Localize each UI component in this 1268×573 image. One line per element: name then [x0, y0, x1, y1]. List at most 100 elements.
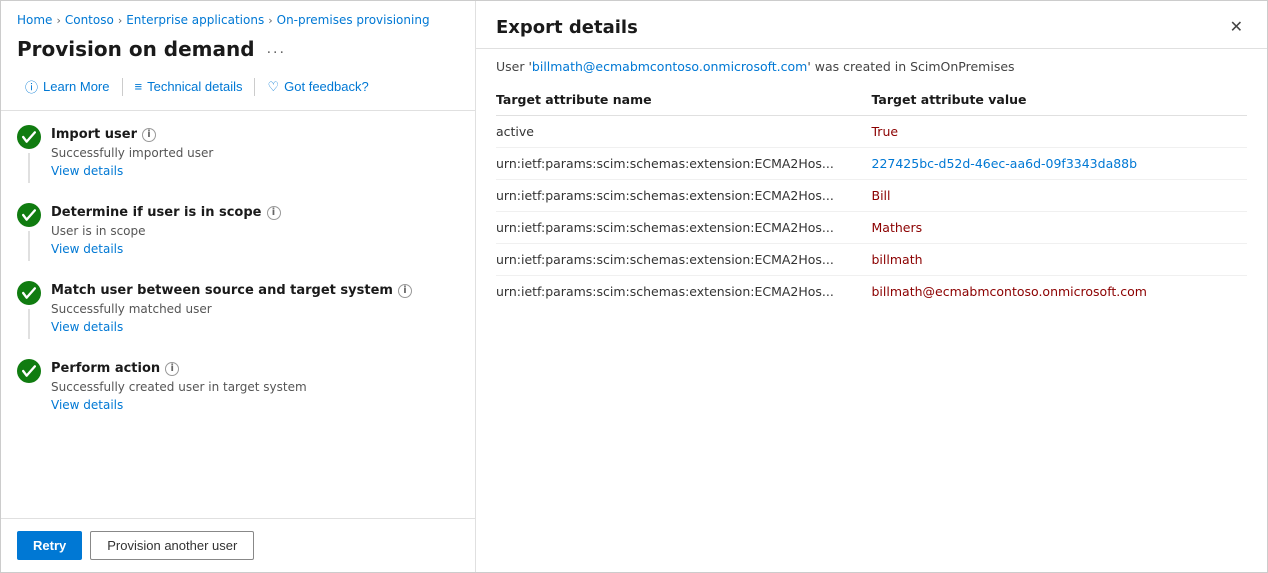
toolbar: ⓘ Learn More ≡ Technical details ♡ Got f… [1, 73, 475, 111]
step-2-line [28, 231, 30, 261]
toolbar-divider-1 [122, 78, 123, 96]
list-icon: ≡ [135, 79, 143, 94]
breadcrumb-enterprise-apps[interactable]: Enterprise applications [126, 13, 264, 27]
page-title-row: Provision on demand ... [1, 33, 475, 73]
step-2-desc: User is in scope [51, 224, 459, 238]
table-row: urn:ietf:params:scim:schemas:extension:E… [496, 212, 1247, 244]
col-value-header: Target attribute value [872, 84, 1248, 116]
col-name-header: Target attribute name [496, 84, 872, 116]
step-1-left [17, 125, 41, 183]
step-1-view-details[interactable]: View details [51, 164, 123, 178]
step-2-content: Determine if user is in scope i User is … [51, 203, 459, 261]
step-1-desc: Successfully imported user [51, 146, 459, 160]
attr-name-cell: urn:ietf:params:scim:schemas:extension:E… [496, 276, 872, 308]
technical-details-label: Technical details [147, 79, 242, 94]
step-1-line [28, 153, 30, 183]
attr-value-cell: billmath [872, 244, 1248, 276]
attr-name-cell: urn:ietf:params:scim:schemas:extension:E… [496, 244, 872, 276]
table-container: Target attribute name Target attribute v… [476, 84, 1267, 572]
checkmark-icon [22, 130, 36, 144]
subtitle-suffix: ' was created in ScimOnPremises [807, 59, 1014, 74]
subtitle-prefix: User ' [496, 59, 532, 74]
heart-icon: ♡ [267, 79, 279, 95]
learn-more-button[interactable]: ⓘ Learn More [17, 73, 118, 100]
step-1-content: Import user i Successfully imported user… [51, 125, 459, 183]
breadcrumb-sep-3: › [268, 14, 272, 27]
step-4-content: Perform action i Successfully created us… [51, 359, 459, 413]
step-2-icon [17, 203, 41, 227]
learn-more-label: Learn More [43, 79, 109, 94]
breadcrumb-sep-1: › [56, 14, 60, 27]
step-match-user: Match user between source and target sys… [17, 281, 459, 339]
step-4-icon [17, 359, 41, 383]
step-3-left [17, 281, 41, 339]
attr-value-cell: 227425bc-d52d-46ec-aa6d-09f3343da88b [872, 148, 1248, 180]
attr-name-cell: urn:ietf:params:scim:schemas:extension:E… [496, 148, 872, 180]
step-2-title: Determine if user is in scope i [51, 205, 459, 220]
checkmark-icon [22, 208, 36, 222]
attr-value-cell: Bill [872, 180, 1248, 212]
panel-header: Export details ✕ [476, 1, 1267, 49]
table-row: urn:ietf:params:scim:schemas:extension:E… [496, 276, 1247, 308]
technical-details-button[interactable]: ≡ Technical details [127, 75, 251, 98]
retry-button[interactable]: Retry [17, 531, 82, 560]
step-4-desc: Successfully created user in target syst… [51, 380, 459, 394]
step-in-scope: Determine if user is in scope i User is … [17, 203, 459, 261]
checkmark-icon [22, 286, 36, 300]
attr-value-cell: True [872, 116, 1248, 148]
breadcrumb: Home › Contoso › Enterprise applications… [1, 1, 475, 33]
main-window: Home › Contoso › Enterprise applications… [0, 0, 1268, 573]
attr-name-cell: urn:ietf:params:scim:schemas:extension:E… [496, 212, 872, 244]
footer: Retry Provision another user [1, 518, 475, 572]
step-4-info-icon: i [165, 362, 179, 376]
got-feedback-label: Got feedback? [284, 79, 369, 94]
step-3-desc: Successfully matched user [51, 302, 459, 316]
attr-value-cell: Mathers [872, 212, 1248, 244]
info-circle-icon: ⓘ [25, 77, 38, 96]
step-3-icon [17, 281, 41, 305]
main-layout: Home › Contoso › Enterprise applications… [1, 1, 1267, 572]
attributes-table: Target attribute name Target attribute v… [496, 84, 1247, 307]
ellipsis-button[interactable]: ... [263, 38, 290, 60]
step-4-left [17, 359, 41, 413]
step-1-info-icon: i [142, 128, 156, 142]
table-row: urn:ietf:params:scim:schemas:extension:E… [496, 180, 1247, 212]
attr-name-cell: urn:ietf:params:scim:schemas:extension:E… [496, 180, 872, 212]
step-perform-action: Perform action i Successfully created us… [17, 359, 459, 413]
step-3-title: Match user between source and target sys… [51, 283, 459, 298]
step-2-view-details[interactable]: View details [51, 242, 123, 256]
step-3-view-details[interactable]: View details [51, 320, 123, 334]
step-3-line [28, 309, 30, 339]
got-feedback-button[interactable]: ♡ Got feedback? [259, 75, 376, 99]
step-4-title: Perform action i [51, 361, 459, 376]
step-2-left [17, 203, 41, 261]
step-4-view-details[interactable]: View details [51, 398, 123, 412]
panel-subtitle: User 'billmath@ecmabmcontoso.onmicrosoft… [476, 49, 1267, 84]
attr-name-cell: active [496, 116, 872, 148]
close-button[interactable]: ✕ [1226, 18, 1247, 38]
step-2-info-icon: i [267, 206, 281, 220]
table-row: activeTrue [496, 116, 1247, 148]
breadcrumb-home[interactable]: Home [17, 13, 52, 27]
provision-another-button[interactable]: Provision another user [90, 531, 254, 560]
step-3-info-icon: i [398, 284, 412, 298]
panel-title: Export details [496, 17, 638, 38]
table-row: urn:ietf:params:scim:schemas:extension:E… [496, 148, 1247, 180]
table-row: urn:ietf:params:scim:schemas:extension:E… [496, 244, 1247, 276]
attr-value-cell: billmath@ecmabmcontoso.onmicrosoft.com [872, 276, 1248, 308]
table-header-row: Target attribute name Target attribute v… [496, 84, 1247, 116]
breadcrumb-on-prem[interactable]: On-premises provisioning [277, 13, 430, 27]
steps-container: Import user i Successfully imported user… [1, 111, 475, 518]
checkmark-icon [22, 364, 36, 378]
step-1-title: Import user i [51, 127, 459, 142]
step-1-icon [17, 125, 41, 149]
step-3-content: Match user between source and target sys… [51, 281, 459, 339]
left-panel: Home › Contoso › Enterprise applications… [1, 1, 476, 572]
right-panel: Export details ✕ User 'billmath@ecmabmco… [476, 1, 1267, 572]
page-title: Provision on demand [17, 37, 255, 61]
step-import-user: Import user i Successfully imported user… [17, 125, 459, 183]
breadcrumb-sep-2: › [118, 14, 122, 27]
breadcrumb-contoso[interactable]: Contoso [65, 13, 114, 27]
toolbar-divider-2 [254, 78, 255, 96]
subtitle-user: billmath@ecmabmcontoso.onmicrosoft.com [532, 59, 807, 74]
